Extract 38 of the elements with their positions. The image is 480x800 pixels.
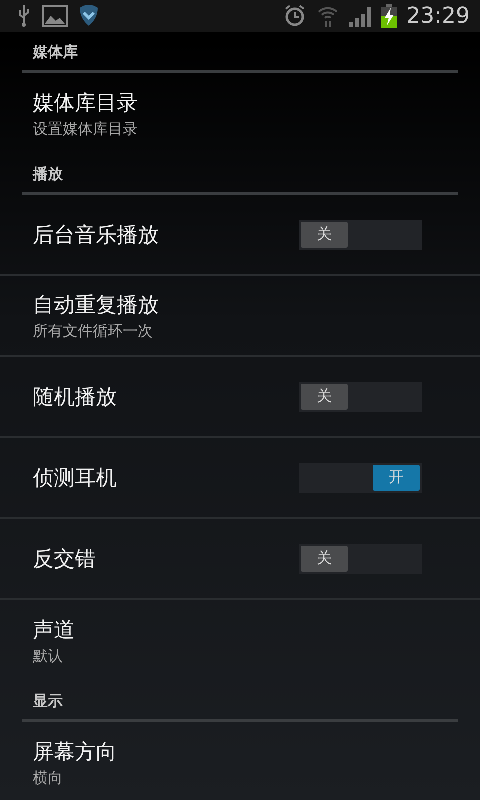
setting-item[interactable]: 声道 默认 — [0, 600, 480, 681]
setting-title: 媒体库目录 — [33, 90, 139, 116]
toggle-switch[interactable]: 关 — [299, 220, 422, 250]
switch-thumb[interactable]: 关 — [301, 384, 348, 410]
setting-item[interactable]: 媒体库目录 设置媒体库目录 — [0, 73, 480, 154]
setting-item[interactable]: 侦测耳机 开 — [0, 438, 480, 519]
usb-icon — [16, 4, 32, 28]
setting-title: 侦测耳机 — [33, 464, 118, 492]
toggle-switch[interactable]: 关 — [299, 382, 422, 412]
setting-item[interactable]: 后台音乐播放 关 — [0, 195, 480, 276]
shield-icon — [78, 4, 100, 28]
setting-title: 声道 — [33, 616, 76, 644]
signal-icon — [348, 5, 371, 27]
setting-summary: 横向 — [33, 768, 64, 788]
section-header: 显示 — [32, 692, 64, 712]
switch-thumb[interactable]: 关 — [301, 546, 348, 572]
setting-item[interactable]: 自动重复播放 所有文件循环一次 — [0, 276, 480, 357]
setting-title: 随机播放 — [33, 384, 118, 410]
setting-item[interactable]: 反交错 关 — [0, 519, 480, 600]
battery-charging-icon — [380, 4, 397, 28]
switch-thumb[interactable]: 关 — [301, 222, 348, 248]
setting-item[interactable]: 屏幕方向 横向 — [0, 722, 480, 800]
setting-item[interactable]: 随机播放 关 — [0, 357, 480, 438]
setting-title: 反交错 — [33, 546, 97, 572]
setting-summary: 所有文件循环一次 — [33, 322, 154, 340]
toggle-switch[interactable]: 关 — [299, 544, 422, 574]
toggle-switch[interactable]: 开 — [299, 462, 422, 492]
setting-title: 后台音乐播放 — [33, 222, 160, 248]
setting-title: 屏幕方向 — [33, 738, 118, 766]
setting-summary: 默认 — [33, 646, 64, 666]
alarm-icon — [282, 4, 307, 28]
section-header: 播放 — [32, 165, 64, 185]
setting-title: 自动重复播放 — [33, 292, 160, 318]
switch-thumb[interactable]: 开 — [373, 464, 420, 490]
setting-summary: 设置媒体库目录 — [33, 120, 139, 138]
clock-time: 23:29 — [406, 4, 470, 28]
section-header: 媒体库 — [32, 43, 79, 63]
image-icon — [42, 5, 68, 27]
